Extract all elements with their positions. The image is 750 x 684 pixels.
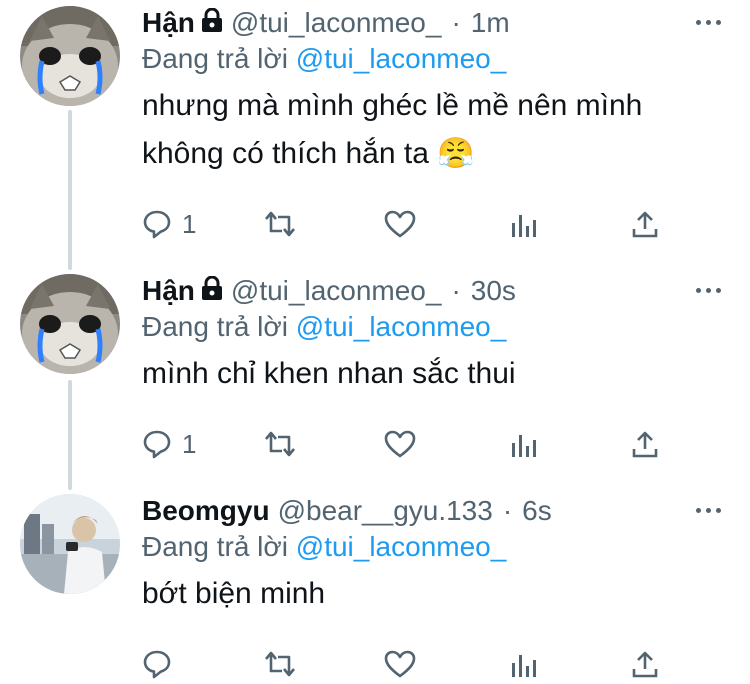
views-button[interactable] <box>508 644 538 684</box>
reply-count: 1 <box>182 208 197 239</box>
more-icon[interactable] <box>696 500 726 520</box>
retweet-icon <box>265 211 295 237</box>
user-handle[interactable]: @tui_laconmeo_ <box>231 274 442 308</box>
tweet-actions: 1 <box>142 424 702 464</box>
share-button[interactable] <box>630 644 660 684</box>
lock-icon <box>201 274 223 308</box>
more-icon[interactable] <box>696 280 726 300</box>
like-icon <box>384 430 416 458</box>
tweet-actions <box>142 644 702 684</box>
cat-avatar-icon <box>20 6 120 106</box>
replying-to: Đang trả lời @tui_laconmeo_ <box>142 530 730 564</box>
tweet[interactable]: Beomgyu @bear__gyu.133 · 6s Đang trả lời… <box>0 494 750 681</box>
reply-icon <box>143 210 171 239</box>
avatar[interactable] <box>20 274 120 374</box>
views-button[interactable] <box>508 204 538 244</box>
display-name[interactable]: Beomgyu <box>142 494 270 528</box>
replying-to: Đang trả lời @tui_laconmeo_ <box>142 42 730 76</box>
tweet-text: nhưng mà mình ghéc lề mề nên mình không … <box>142 89 643 170</box>
like-button[interactable] <box>384 204 416 244</box>
timestamp[interactable]: 1m <box>471 6 510 40</box>
replying-prefix: Đang trả lời <box>142 531 288 562</box>
share-icon <box>632 431 658 458</box>
retweet-button[interactable] <box>262 644 298 684</box>
tweet-text: bớt biện minh <box>142 577 326 610</box>
like-button[interactable] <box>384 644 416 684</box>
person-avatar-icon <box>20 494 120 594</box>
like-icon <box>384 210 416 238</box>
reply-icon <box>143 650 171 679</box>
timestamp[interactable]: 6s <box>522 494 552 528</box>
tweet[interactable]: Hận @tui_laconmeo_ · 1m Đang trả lời @tu… <box>0 6 750 256</box>
views-icon <box>512 435 536 457</box>
share-icon <box>632 211 658 238</box>
tweet-actions: 1 <box>142 204 702 244</box>
separator-dot: · <box>451 7 461 38</box>
avatar[interactable] <box>20 494 120 594</box>
separator-dot: · <box>502 495 513 526</box>
share-icon <box>632 651 658 678</box>
views-icon <box>512 655 536 677</box>
more-icon[interactable] <box>696 12 726 32</box>
mention-link[interactable]: @tui_laconmeo_ <box>296 43 507 74</box>
reply-icon <box>143 430 171 459</box>
mention-link[interactable]: @tui_laconmeo_ <box>296 531 507 562</box>
retweet-button[interactable] <box>262 204 298 244</box>
tweet-text: mình chỉ khen nhan sắc thui <box>142 357 516 390</box>
display-name[interactable]: Hận <box>142 274 195 308</box>
reply-button[interactable] <box>142 644 172 684</box>
lock-icon <box>201 6 223 40</box>
reply-count: 1 <box>182 428 197 459</box>
replying-to: Đang trả lời @tui_laconmeo_ <box>142 310 730 344</box>
like-button[interactable] <box>384 424 416 464</box>
cat-avatar-icon <box>20 274 120 374</box>
like-icon <box>384 650 416 678</box>
share-button[interactable] <box>630 424 660 464</box>
timestamp[interactable]: 30s <box>471 274 516 308</box>
reply-button[interactable]: 1 <box>142 424 196 464</box>
retweet-icon <box>265 651 295 677</box>
user-handle[interactable]: @tui_laconmeo_ <box>231 6 442 40</box>
retweet-icon <box>265 431 295 457</box>
reply-button[interactable]: 1 <box>142 204 196 244</box>
views-button[interactable] <box>508 424 538 464</box>
replying-prefix: Đang trả lời <box>142 311 288 342</box>
user-handle[interactable]: @bear__gyu.133 <box>278 494 493 528</box>
replying-prefix: Đang trả lời <box>142 43 288 74</box>
tweet[interactable]: Hận @tui_laconmeo_ · 30s Đang trả lời @t… <box>0 274 750 474</box>
views-icon <box>512 215 536 237</box>
retweet-button[interactable] <box>262 424 298 464</box>
mention-link[interactable]: @tui_laconmeo_ <box>296 311 507 342</box>
share-button[interactable] <box>630 204 660 244</box>
display-name[interactable]: Hận <box>142 6 195 40</box>
separator-dot: · <box>451 275 461 306</box>
avatar[interactable] <box>20 6 120 106</box>
